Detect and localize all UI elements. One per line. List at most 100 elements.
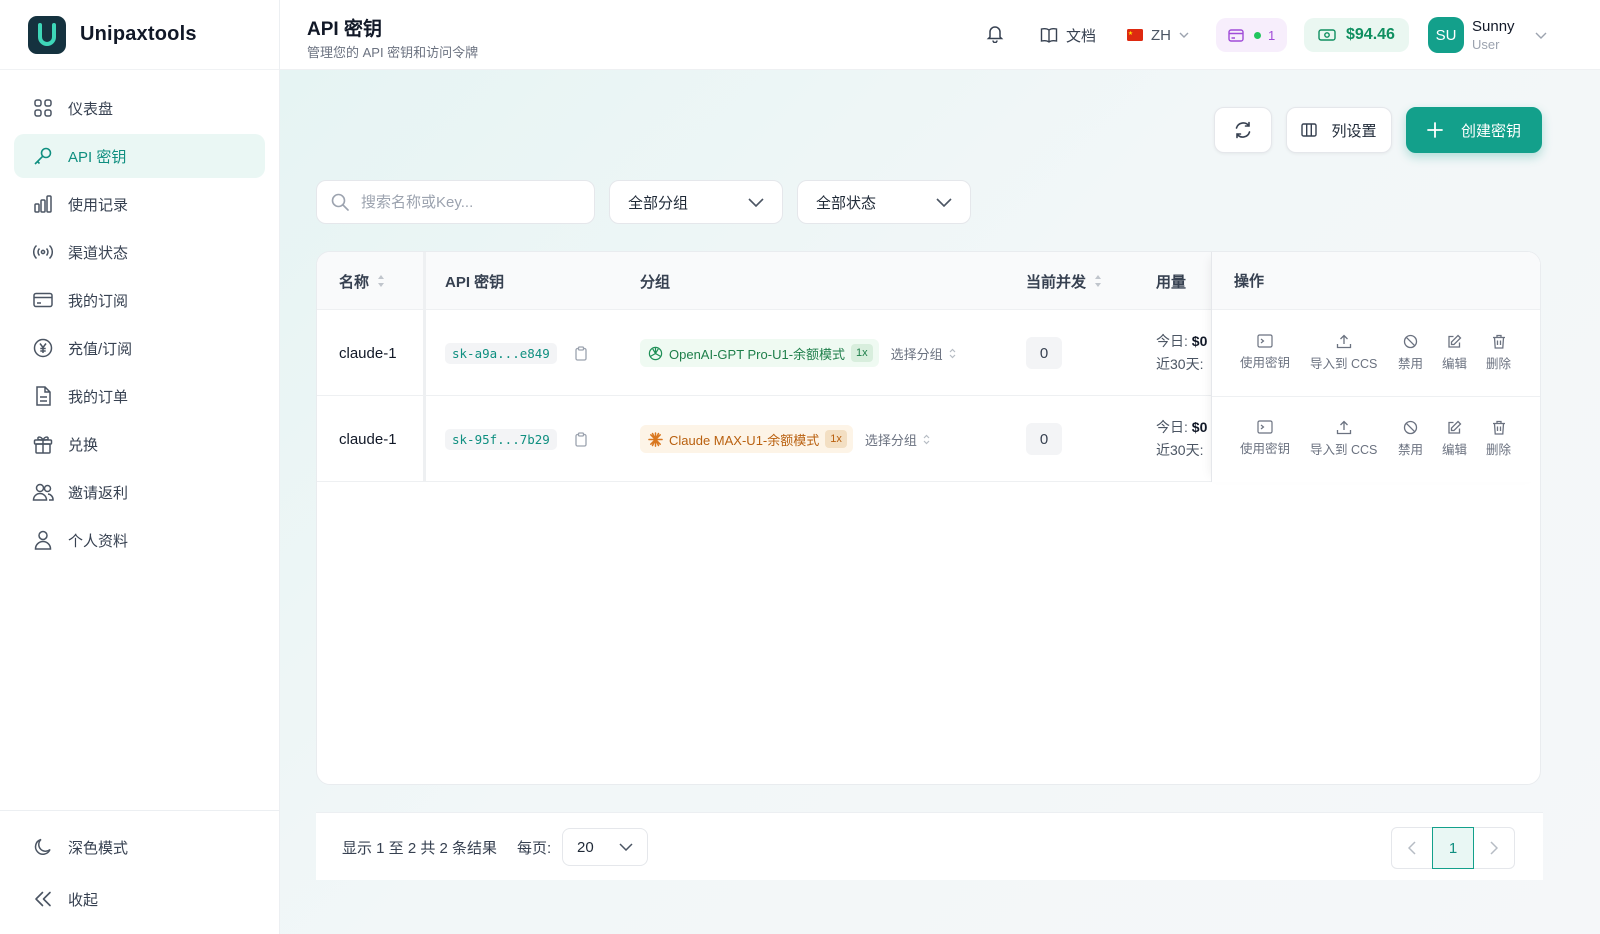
select-group-dropdown[interactable]: 选择分组 (891, 344, 956, 363)
refresh-icon (1233, 120, 1253, 140)
sidebar-item-channel-status[interactable]: 渠道状态 (14, 230, 265, 274)
sidebar-item-dashboard[interactable]: 仪表盘 (14, 86, 265, 130)
brand[interactable]: Unipaxtools (0, 0, 279, 70)
sidebar-item-label: 仪表盘 (68, 100, 114, 118)
notifications-button[interactable] (985, 0, 1005, 70)
column-header-label: 名称 (339, 273, 370, 291)
collapse-label: 收起 (68, 891, 99, 909)
import-ccs-action[interactable]: 导入到 CCS (1310, 334, 1377, 372)
concurrency-value: 0 (1026, 337, 1062, 369)
terminal-icon (1257, 334, 1273, 348)
sidebar-item-label: 我的订单 (68, 388, 129, 406)
select-group-dropdown[interactable]: 选择分组 (865, 430, 930, 449)
page-button-current[interactable]: 1 (1432, 827, 1474, 869)
disable-action[interactable]: 禁用 (1398, 334, 1423, 372)
column-header-concurrency[interactable]: 当前并发 (1026, 252, 1102, 310)
brand-name: Unipaxtools (80, 23, 197, 45)
sidebar-item-api-keys[interactable]: API 密钥 (14, 134, 265, 178)
user-menu[interactable]: SU Sunny User (1428, 0, 1547, 70)
chevron-down-icon (748, 197, 764, 207)
usage-today-value: $0 (1191, 419, 1208, 435)
sidebar-item-recharge[interactable]: 充值/订阅 (14, 326, 265, 370)
user-name: Sunny (1472, 18, 1515, 35)
sidebar-item-label: 使用记录 (68, 196, 129, 214)
create-key-button[interactable]: 创建密钥 (1406, 107, 1542, 153)
document-icon (32, 385, 54, 407)
language-label: ZH (1151, 26, 1171, 44)
per-page-select[interactable]: 20 (562, 828, 648, 866)
subscription-indicator[interactable]: 1 (1216, 18, 1288, 52)
bell-icon (985, 23, 1005, 47)
prev-page-button[interactable] (1391, 827, 1433, 869)
group-filter-select[interactable]: 全部分组 (609, 180, 783, 224)
pagination-bar: 显示 1 至 2 共 2 条结果 每页: 20 1 (316, 812, 1543, 880)
sidebar-item-label: 兑换 (68, 436, 99, 454)
user-role: User (1472, 37, 1500, 52)
docs-link[interactable]: 文档 (1040, 0, 1096, 70)
select-group-label: 选择分组 (864, 432, 917, 448)
sidebar-item-label: 充值/订阅 (68, 340, 133, 358)
dark-mode-toggle[interactable]: 深色模式 (14, 825, 265, 869)
page-title: API 密钥 (307, 19, 382, 40)
use-key-label: 使用密钥 (1240, 356, 1291, 370)
copy-icon[interactable] (575, 345, 587, 361)
flag-cn-icon (1127, 29, 1143, 41)
broadcast-icon (32, 241, 54, 263)
terminal-icon (1257, 420, 1273, 434)
copy-icon[interactable] (575, 431, 587, 447)
pencil-icon (1448, 334, 1462, 348)
docs-label: 文档 (1066, 27, 1097, 45)
delete-action[interactable]: 删除 (1486, 334, 1511, 372)
avatar: SU (1428, 17, 1464, 53)
use-key-label: 使用密钥 (1240, 442, 1291, 456)
sidebar-item-referral[interactable]: 邀请返利 (14, 470, 265, 514)
usage-summary: 今日: $0 近30天: (1156, 416, 1207, 462)
sidebar-item-my-orders[interactable]: 我的订单 (14, 374, 265, 418)
column-settings-label: 列设置 (1331, 122, 1377, 140)
subscription-count: 1 (1268, 27, 1276, 43)
sidebar-item-usage-records[interactable]: 使用记录 (14, 182, 265, 226)
actions-column: 操作 使用密钥 导入到 CCS 禁用 编辑 删除 使用密钥 导入到 CCS 禁用… (1211, 252, 1540, 482)
dark-mode-label: 深色模式 (68, 839, 129, 857)
bar-chart-icon (32, 193, 54, 215)
balance-indicator[interactable]: $94.46 (1304, 18, 1409, 52)
sidebar-item-profile[interactable]: 个人资料 (14, 518, 265, 562)
column-header-actions: 操作 (1212, 252, 1540, 310)
sidebar-item-redeem[interactable]: 兑换 (14, 422, 265, 466)
usage-today-value: $0 (1191, 333, 1208, 349)
language-selector[interactable]: ZH (1127, 0, 1189, 70)
column-header-name[interactable]: 名称 (339, 252, 385, 310)
next-page-button[interactable] (1473, 827, 1515, 869)
per-page-value: 20 (577, 838, 594, 856)
disable-action[interactable]: 禁用 (1398, 420, 1423, 458)
multiplier-badge: 1x (825, 430, 847, 448)
multiplier-badge: 1x (851, 344, 873, 362)
sidebar-item-label: 渠道状态 (68, 244, 129, 262)
use-key-action[interactable]: 使用密钥 (1240, 420, 1290, 457)
edit-action[interactable]: 编辑 (1442, 420, 1467, 458)
sidebar-nav: 仪表盘 API 密钥 使用记录 渠道状态 我的订阅 充值/订阅 我的订单 兑换 … (0, 70, 279, 562)
sidebar-item-my-subscription[interactable]: 我的订阅 (14, 278, 265, 322)
search-input[interactable] (361, 193, 581, 211)
row-divider (1212, 396, 1540, 397)
column-header-label: 用量 (1156, 273, 1187, 291)
trash-icon (1492, 334, 1505, 349)
column-settings-button[interactable]: 列设置 (1286, 107, 1392, 153)
upload-icon (1336, 420, 1351, 435)
delete-action[interactable]: 删除 (1486, 420, 1511, 458)
plus-icon (1427, 122, 1443, 138)
chevron-down-icon (936, 197, 952, 207)
search-field[interactable] (316, 180, 595, 224)
api-key-value: sk-a9a...e849 (445, 342, 557, 364)
claude-sunburst-icon (648, 431, 663, 447)
import-ccs-action[interactable]: 导入到 CCS (1310, 420, 1377, 458)
status-filter-select[interactable]: 全部状态 (797, 180, 971, 224)
disable-label: 禁用 (1398, 357, 1424, 371)
sort-icon (377, 274, 385, 288)
use-key-action[interactable]: 使用密钥 (1240, 334, 1290, 371)
column-header-key: API 密钥 (445, 252, 504, 310)
search-icon (331, 193, 349, 211)
edit-action[interactable]: 编辑 (1442, 334, 1467, 372)
refresh-button[interactable] (1214, 107, 1272, 153)
collapse-sidebar-button[interactable]: 收起 (14, 877, 265, 921)
